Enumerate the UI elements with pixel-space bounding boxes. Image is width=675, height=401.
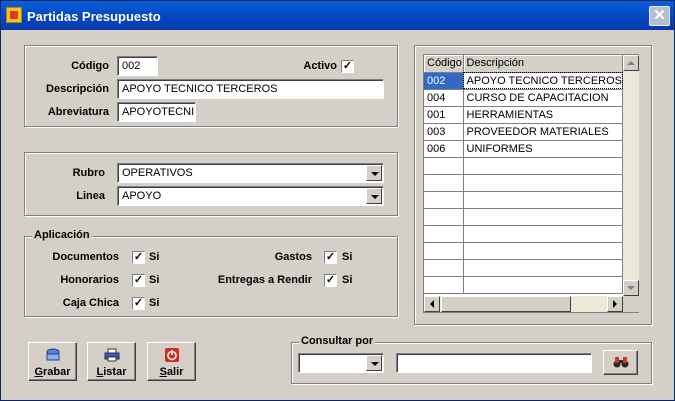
linea-value: APOYO (122, 190, 162, 202)
documentos-label: Documentos (52, 251, 119, 263)
consultar-legend: Consultar por (299, 335, 376, 347)
grid-header: Código Descripción (424, 55, 624, 73)
scroll-thumb[interactable] (441, 296, 571, 312)
window-title: Partidas Presupuesto (27, 9, 161, 24)
scroll-down-icon[interactable] (623, 280, 639, 296)
descripcion-label: Descripción (46, 83, 109, 95)
scroll-right-icon[interactable] (607, 296, 623, 312)
row-codigo: 003 (424, 123, 464, 141)
descripcion-input[interactable]: APOYO TECNICO TERCEROS (117, 79, 384, 99)
row-descripcion: CURSO DE CAPACITACION (463, 89, 624, 107)
listar-button[interactable]: Listar (87, 342, 136, 381)
aplicacion-legend: Aplicación (32, 229, 92, 241)
honorarios-si: Si (149, 274, 160, 286)
listar-label: Listar (96, 366, 127, 378)
caja-chica-checkbox[interactable]: ✓ (132, 297, 145, 310)
codigo-input[interactable]: 002 (117, 56, 158, 76)
consultar-search-input[interactable] (396, 353, 592, 373)
honorarios-label: Honorarios (60, 274, 119, 286)
row-descripcion: HERRAMIENTAS (463, 106, 624, 124)
table-row[interactable]: 002 APOYO TECNICO TERCEROS (424, 72, 624, 90)
table-row[interactable]: 006 UNIFORMES (424, 140, 624, 158)
main-window: Partidas Presupuesto ✕ Código 002 Activo… (0, 0, 675, 401)
partidas-table: Código Descripción 002 APOYO TECNICO TER… (424, 55, 624, 294)
table-row[interactable]: 003 PROVEEDOR MATERIALES (424, 123, 624, 141)
save-icon (46, 348, 60, 361)
empty-row[interactable] (424, 242, 624, 260)
empty-row[interactable] (424, 208, 624, 226)
grabar-button[interactable]: Grabar (28, 342, 77, 381)
column-header-descripcion[interactable]: Descripción (463, 55, 624, 73)
app-icon (6, 7, 22, 23)
codigo-label: Código (71, 60, 109, 72)
scroll-up-icon[interactable] (623, 55, 639, 71)
vertical-scrollbar[interactable] (623, 55, 639, 296)
table-row[interactable]: 004 CURSO DE CAPACITACION (424, 89, 624, 107)
gastos-si: Si (342, 251, 353, 263)
horizontal-scrollbar[interactable] (424, 296, 623, 312)
scroll-corner (623, 296, 639, 312)
documentos-si: Si (149, 251, 160, 263)
gastos-label: Gastos (274, 251, 312, 263)
row-descripcion: UNIFORMES (463, 140, 624, 158)
activo-checkbox[interactable]: ✓ (341, 60, 354, 73)
linea-label: Linea (76, 190, 105, 202)
salir-button[interactable]: Salir (147, 342, 196, 381)
grabar-label: Grabar (34, 366, 71, 378)
abreviatura-label: Abreviatura (47, 106, 109, 118)
empty-row[interactable] (424, 225, 624, 243)
column-header-codigo[interactable]: Código (424, 55, 464, 73)
abreviatura-input[interactable]: APOYOTECNI (117, 102, 196, 122)
salir-label: Salir (159, 366, 184, 378)
rubro-label: Rubro (72, 167, 105, 179)
row-descripcion: APOYO TECNICO TERCEROS (463, 72, 624, 90)
entregas-label: Entregas a Rendir (217, 274, 312, 286)
honorarios-checkbox[interactable]: ✓ (132, 274, 145, 287)
documentos-checkbox[interactable]: ✓ (132, 251, 145, 264)
gastos-checkbox[interactable]: ✓ (324, 251, 337, 264)
table-row[interactable]: 001 HERRAMIENTAS (424, 106, 624, 124)
row-codigo: 004 (424, 89, 464, 107)
search-button[interactable] (603, 350, 638, 375)
chevron-down-icon[interactable] (366, 355, 382, 371)
empty-row[interactable] (424, 157, 624, 175)
entregas-checkbox[interactable]: ✓ (324, 274, 337, 287)
power-icon (165, 348, 179, 362)
binoculars-icon (613, 357, 629, 368)
printer-icon (104, 348, 120, 362)
rubro-select[interactable]: OPERATIVOS (117, 163, 384, 183)
chevron-down-icon[interactable] (366, 165, 382, 181)
rubro-value: OPERATIVOS (122, 167, 193, 179)
empty-row[interactable] (424, 174, 624, 192)
activo-label: Activo (303, 60, 337, 72)
caja-chica-label: Caja Chica (62, 297, 119, 309)
caja-chica-si: Si (149, 297, 160, 309)
title-bar[interactable]: Partidas Presupuesto ✕ (1, 1, 674, 30)
row-codigo: 001 (424, 106, 464, 124)
partidas-grid[interactable]: Código Descripción 002 APOYO TECNICO TER… (423, 54, 639, 313)
scroll-left-icon[interactable] (424, 296, 440, 312)
entregas-si: Si (342, 274, 353, 286)
empty-row[interactable] (424, 191, 624, 209)
empty-row[interactable] (424, 276, 624, 294)
chevron-down-icon[interactable] (366, 188, 382, 204)
consultar-field-select[interactable] (298, 353, 384, 373)
empty-row[interactable] (424, 259, 624, 277)
linea-select[interactable]: APOYO (117, 186, 384, 206)
row-codigo: 002 (424, 72, 464, 90)
clasificacion-group (24, 152, 398, 216)
row-descripcion: PROVEEDOR MATERIALES (463, 123, 624, 141)
close-button[interactable]: ✕ (649, 6, 670, 26)
row-codigo: 006 (424, 140, 464, 158)
